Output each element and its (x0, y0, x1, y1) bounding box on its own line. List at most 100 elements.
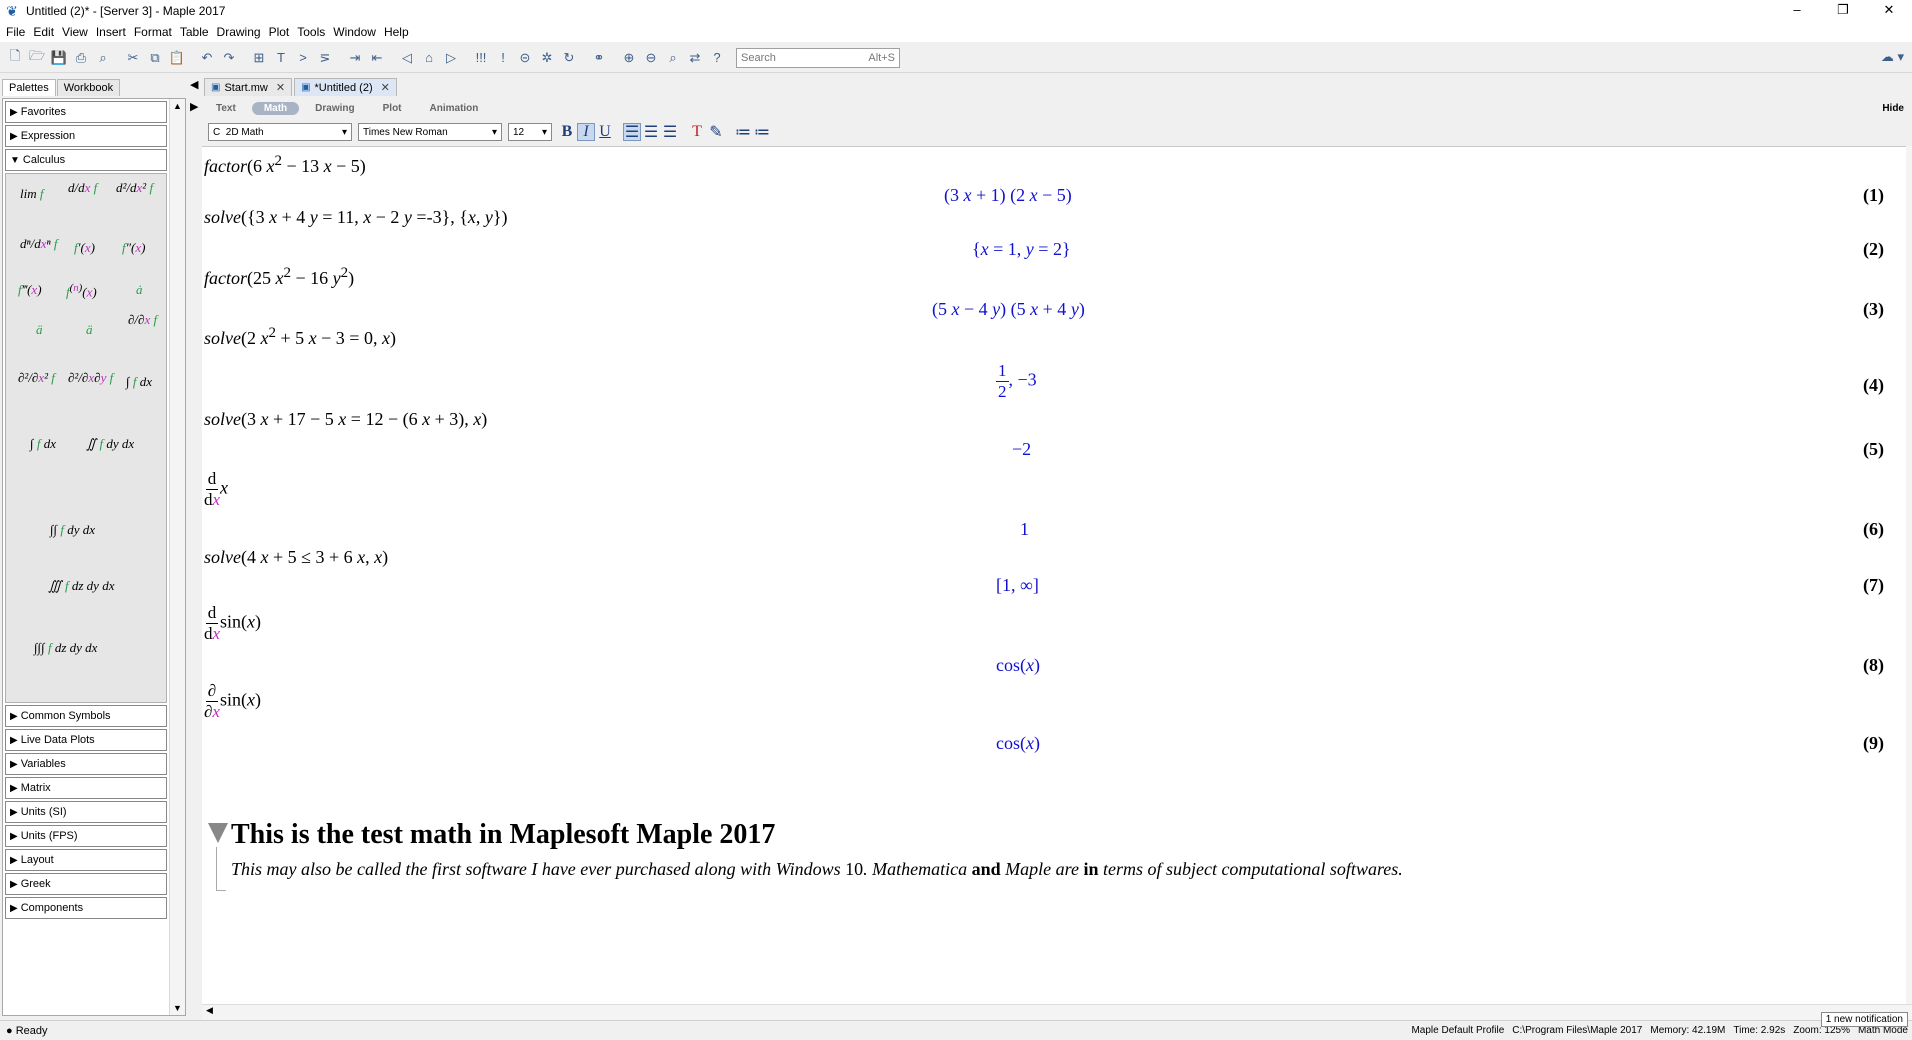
restart-icon[interactable]: ↻ (560, 49, 578, 67)
palette-units-si[interactable]: ▶ Units (SI) (5, 801, 167, 823)
math-insert-icon[interactable]: ⊞ (250, 49, 268, 67)
back-icon[interactable]: ◁ (398, 49, 416, 67)
restore-button[interactable]: ❐ (1820, 0, 1866, 22)
text-insert-icon[interactable]: T (272, 49, 290, 67)
home-icon[interactable]: ⌂ (420, 49, 438, 67)
open-folder-icon[interactable]: 🗁 (28, 48, 46, 67)
menu-format[interactable]: Format (130, 25, 176, 39)
mode-animation[interactable]: Animation (418, 102, 491, 115)
menu-table[interactable]: Table (176, 25, 213, 39)
bold-button[interactable]: B (558, 123, 576, 141)
paste-icon[interactable]: 📋 (168, 49, 186, 67)
copy-icon[interactable]: ⧉ (146, 49, 164, 67)
zoom-in-icon[interactable]: ⊕ (620, 49, 638, 67)
palette-expression[interactable]: ▶ Expression (5, 125, 167, 147)
align-left-icon[interactable]: ☰ (623, 123, 641, 141)
menu-insert[interactable]: Insert (92, 25, 130, 39)
palette-layout[interactable]: ▶ Layout (5, 849, 167, 871)
palette-favorites[interactable]: ▶ Favorites (5, 101, 167, 123)
menu-tools[interactable]: Tools (293, 25, 329, 39)
toggle-layout-icon[interactable]: ⇄ (686, 49, 704, 67)
tab-palettes[interactable]: Palettes (2, 79, 56, 96)
palette-variables[interactable]: ▶ Variables (5, 753, 167, 775)
palette-components[interactable]: ▶ Components (5, 897, 167, 919)
link-icon[interactable]: ⚭ (590, 49, 608, 67)
definite-integral-template[interactable]: ∫ f dx (30, 436, 56, 452)
cloud-icon[interactable]: ☁ ▾ (1881, 49, 1904, 65)
scroll-left-icon[interactable]: ◀ (206, 1005, 213, 1015)
math-input[interactable]: factor(25 x2 − 16 y2) (204, 265, 354, 289)
minimize-button[interactable]: – (1774, 0, 1820, 22)
triple-prime-template[interactable]: f‴(x) (18, 282, 42, 298)
mode-plot[interactable]: Plot (371, 102, 414, 115)
search-input[interactable]: Search Alt+S (736, 47, 900, 68)
triple-dot-template[interactable]: ä (86, 322, 93, 338)
palette-scrollbar[interactable]: ▲ ▼ (169, 99, 185, 1015)
section-collapse-icon[interactable] (208, 823, 228, 843)
second-derivative-template[interactable]: d²/dx² f (116, 180, 153, 196)
execute-all-icon[interactable]: !!! (472, 49, 490, 67)
menu-view[interactable]: View (58, 25, 92, 39)
close-tab-icon[interactable]: ✕ (276, 81, 285, 94)
prime-template[interactable]: f′(x) (74, 240, 95, 256)
numbered-list-icon[interactable]: ≔ (753, 123, 771, 141)
forward-icon[interactable]: ▷ (442, 49, 460, 67)
align-center-icon[interactable]: ☰ (642, 123, 660, 141)
menu-file[interactable]: File (2, 25, 29, 39)
save-icon[interactable]: 💾 (50, 49, 68, 67)
redo-icon[interactable]: ↷ (220, 49, 238, 67)
menu-drawing[interactable]: Drawing (213, 25, 265, 39)
derivative-template[interactable]: d/dx f (68, 180, 97, 196)
palette-units-fps[interactable]: ▶ Units (FPS) (5, 825, 167, 847)
document-horizontal-scrollbar[interactable]: ◀ (202, 1004, 1912, 1020)
math-input[interactable]: d dx x (204, 469, 228, 510)
mode-math[interactable]: Math (251, 101, 300, 115)
dot-template[interactable]: ȧ (136, 282, 143, 298)
double-dot-template[interactable]: ä (36, 322, 43, 338)
style-dropdown[interactable]: C 2D Math ▾ (208, 123, 352, 141)
tab-start[interactable]: ▣ Start.mw ✕ (204, 78, 293, 96)
help-icon[interactable]: ? (708, 49, 726, 67)
math-input[interactable]: ∂ ∂x sin(x) (204, 681, 261, 722)
document-vertical-scrollbar[interactable] (1906, 146, 1912, 1004)
math-input[interactable]: d dx sin(x) (204, 603, 261, 644)
nth-prime-template[interactable]: f(n)(x) (66, 282, 97, 300)
palette-live-data-plots[interactable]: ▶ Live Data Plots (5, 729, 167, 751)
math-input[interactable]: solve(3 x + 17 − 5 x = 12 − (6 x + 3), x… (204, 409, 487, 430)
underline-button[interactable]: U (596, 123, 614, 141)
mixed-partial-template[interactable]: ∂²/∂x∂y f (68, 370, 113, 386)
worksheet-document[interactable]: factor(6 x2 − 13 x − 5) (3 x + 1) (2 x −… (202, 146, 1906, 1004)
partial-second-template[interactable]: ∂²/∂x² f (18, 370, 55, 386)
print-preview-icon[interactable]: ⌕ (94, 49, 112, 67)
size-dropdown[interactable]: 12 ▾ (508, 123, 552, 141)
menu-edit[interactable]: Edit (29, 25, 58, 39)
notification-popup[interactable]: 1 new notification (1820, 1012, 1908, 1027)
font-dropdown[interactable]: Times New Roman ▾ (358, 123, 502, 141)
zoom-fit-icon[interactable]: ⌕ (664, 49, 682, 67)
zoom-out-icon[interactable]: ⊖ (642, 49, 660, 67)
section-text[interactable]: This may also be called the first softwa… (231, 859, 1403, 880)
close-button[interactable]: ✕ (1866, 0, 1912, 22)
debug-icon[interactable]: ✲ (538, 49, 556, 67)
palette-common-symbols[interactable]: ▶ Common Symbols (5, 705, 167, 727)
math-input[interactable]: solve(2 x2 + 5 x − 3 = 0, x) (204, 325, 396, 349)
nth-derivative-template[interactable]: dⁿ/dxⁿ f (20, 236, 57, 252)
triple-integral-template[interactable]: ∭ f dz dy dx (48, 578, 114, 594)
menu-plot[interactable]: Plot (265, 25, 294, 39)
double-integral-template[interactable]: ∬ f dy dx (86, 436, 134, 452)
integral-template[interactable]: ∫ f dx (126, 374, 152, 390)
scroll-up-icon[interactable]: ▲ (173, 101, 182, 111)
mode-drawing[interactable]: Drawing (303, 102, 366, 115)
definite-double-integral-template[interactable]: ∫∫ f dy dx (50, 522, 95, 538)
italic-button[interactable]: I (577, 123, 595, 141)
print-icon[interactable]: ⎙ (72, 49, 90, 67)
section-title[interactable]: This is the test math in Maplesoft Maple… (231, 819, 775, 851)
math-input[interactable]: factor(6 x2 − 13 x − 5) (204, 153, 366, 177)
math-input[interactable]: solve(4 x + 5 ≤ 3 + 6 x, x) (204, 547, 388, 568)
execution-group-icon[interactable]: ⋝ (316, 49, 334, 67)
new-document-icon[interactable]: 🗋 (6, 48, 24, 67)
menu-help[interactable]: Help (380, 25, 413, 39)
expand-panel-icon[interactable]: ▶ (190, 100, 198, 113)
align-right-icon[interactable]: ☰ (661, 123, 679, 141)
double-prime-template[interactable]: f″(x) (122, 240, 146, 256)
